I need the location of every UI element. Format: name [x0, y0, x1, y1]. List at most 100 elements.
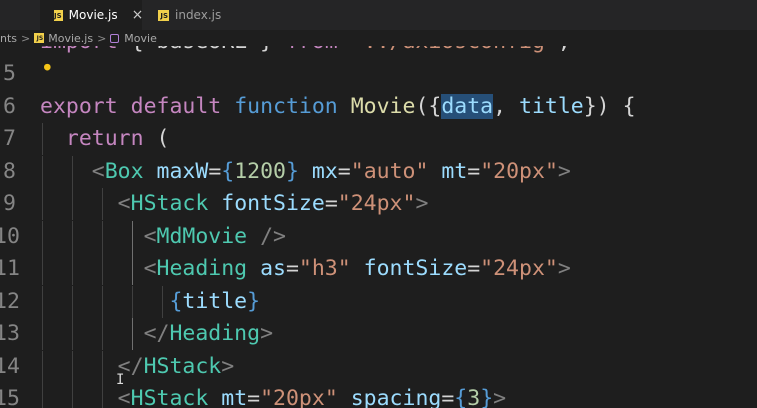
code-line[interactable]: 15 <HStack mt="20px" spacing={3}> [0, 383, 757, 408]
close-icon[interactable]: × [132, 7, 144, 23]
code-line[interactable]: 14 </HStack> [0, 351, 757, 383]
code-text: <Heading as="h3" fontSize="24px"> [40, 253, 571, 285]
code-token: as [260, 256, 286, 281]
code-token: < [143, 256, 157, 281]
breadcrumb-item-folder[interactable]: nts [0, 32, 17, 45]
code-text: <HStack mt="20px" spacing={3}> [40, 383, 506, 408]
code-line[interactable]: 7 return ( [0, 123, 757, 155]
code-token: > [221, 354, 235, 379]
tab-index-js[interactable]: JS index.js [146, 0, 236, 30]
code-token: < [117, 386, 131, 408]
code-token: title [182, 289, 248, 314]
breadcrumb-item-file[interactable]: Movie.js [48, 32, 93, 45]
line-number: 13 [0, 321, 20, 346]
chevron-right-icon: > [97, 31, 107, 45]
javascript-file-icon: JS [34, 33, 45, 43]
code-token: maxW [156, 159, 209, 184]
code-token: mt [221, 386, 248, 408]
code-text: </HStack> [40, 351, 235, 383]
code-token: title [519, 94, 584, 119]
code-text: </Heading> [40, 318, 273, 350]
code-line[interactable]: 5 [0, 58, 757, 90]
code-token: HStack [130, 191, 209, 216]
line-number: 7 [3, 126, 16, 151]
code-token: < [91, 159, 105, 184]
code-token: function [234, 94, 338, 119]
line-number: 12 [0, 289, 20, 314]
code-token: > [260, 321, 274, 346]
text-cursor-icon: I [116, 372, 125, 388]
code-token: , [493, 94, 519, 119]
code-token: HStack [130, 386, 209, 408]
tab-label: index.js [175, 8, 222, 22]
chevron-right-icon: > [21, 31, 31, 45]
code-token: = [337, 159, 351, 184]
code-line[interactable]: 8 <Box maxW={1200} mx="auto" mt="20px"> [0, 156, 757, 188]
code-token: = [441, 386, 455, 408]
line-number: 5 [3, 61, 16, 86]
lightbulb-icon[interactable]: ● [44, 60, 51, 73]
code-editor[interactable]: import { baseURL } from "../axiosconfig"… [0, 30, 757, 408]
code-token: spacing [350, 386, 442, 408]
code-token: Heading [156, 256, 248, 281]
code-text: export default function Movie({data, tit… [40, 91, 636, 123]
code-line[interactable]: 10 <MdMovie /> [0, 221, 757, 253]
tab-bar: JS Movie.js × JS index.js [0, 0, 757, 31]
code-line[interactable]: 9 <HStack fontSize="24px"> [0, 188, 757, 220]
code-token: ({ [415, 94, 442, 119]
code-token: "24px" [480, 256, 558, 281]
code-token: = [467, 159, 481, 184]
tab-movie-js[interactable]: JS Movie.js × [40, 0, 144, 30]
code-token: HStack [143, 354, 222, 379]
breadcrumb-item-symbol[interactable]: Movie [124, 32, 157, 45]
code-token: { [221, 159, 235, 184]
code-token: export [40, 94, 118, 119]
code-token: = [285, 256, 299, 281]
code-line[interactable]: 13 </Heading> [0, 318, 757, 350]
code-line[interactable]: 6 export default function Movie({data, ti… [0, 91, 757, 123]
selected-token: data [441, 94, 494, 119]
line-number: 6 [3, 94, 16, 119]
code-token: "20px" [260, 386, 338, 408]
code-text: {title} [40, 286, 260, 318]
line-number: 8 [3, 159, 16, 184]
code-token: return [65, 126, 144, 151]
code-token: > [557, 256, 571, 281]
code-token: > [557, 159, 571, 184]
javascript-file-icon: JS [158, 9, 169, 21]
code-token: < [117, 191, 131, 216]
code-token: > [415, 191, 429, 216]
code-text: return ( [40, 123, 170, 155]
code-token: "auto" [350, 159, 429, 184]
line-number: 11 [0, 256, 20, 281]
code-token: "h3" [298, 256, 351, 281]
code-token: Box [104, 159, 144, 184]
code-line[interactable]: 12 {title} [0, 286, 757, 318]
code-line[interactable]: 11 <Heading as="h3" fontSize="24px"> [0, 253, 757, 285]
code-token: = [467, 256, 481, 281]
code-token: </ [143, 321, 170, 346]
code-token: Movie [350, 94, 416, 119]
code-text: <HStack fontSize="24px"> [40, 188, 429, 220]
line-number: 15 [0, 386, 20, 408]
code-token: mt [441, 159, 468, 184]
code-token: } [480, 386, 494, 408]
code-token: { [169, 289, 183, 314]
code-token: mx [311, 159, 338, 184]
